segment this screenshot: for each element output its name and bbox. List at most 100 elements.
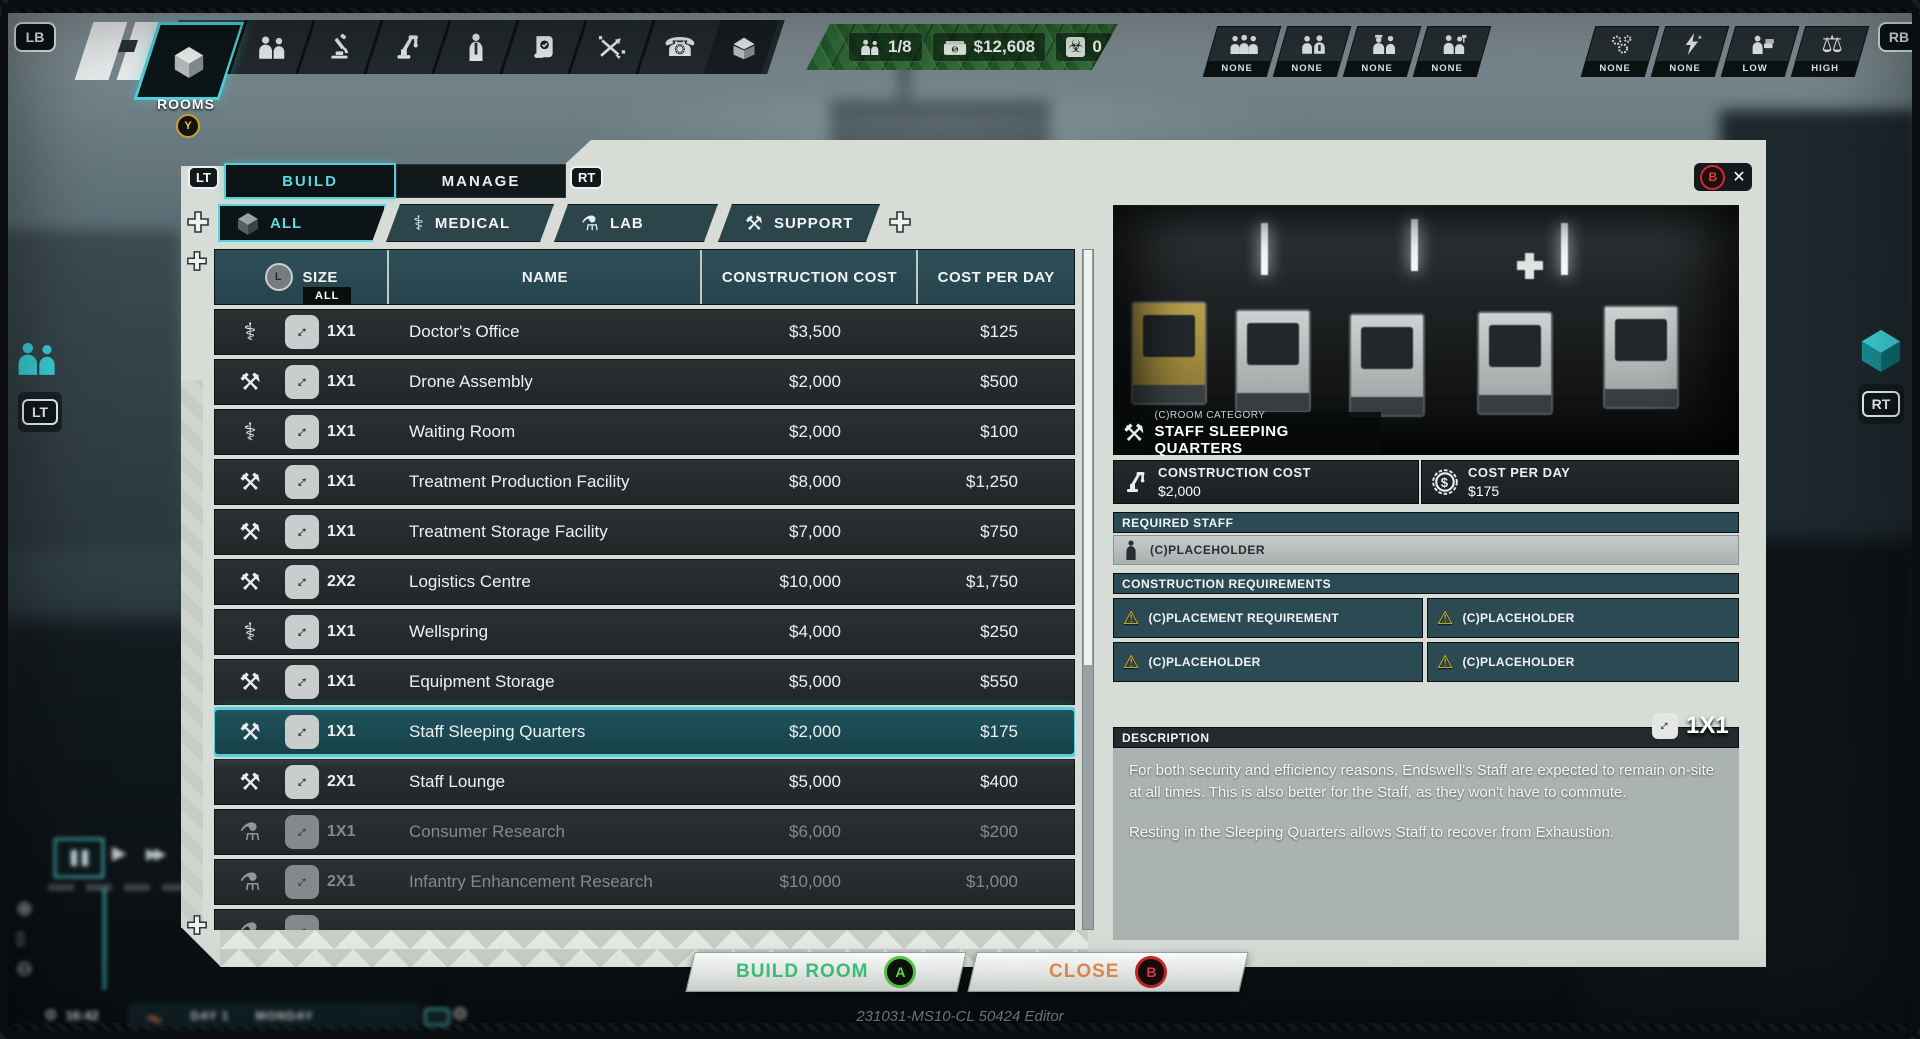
room-category-label: (C)ROOM CATEGORY bbox=[1155, 410, 1381, 421]
a-gamepad-button: A bbox=[884, 956, 916, 988]
table-row[interactable]: ⚗ ↕ bbox=[214, 909, 1075, 930]
room-size-badge: ↕ 1X1 bbox=[1652, 420, 1908, 1031]
category-tab-medical[interactable]: ⚕ MEDICAL bbox=[386, 204, 554, 242]
construction-cost-label: CONSTRUCTION COST bbox=[1158, 465, 1311, 480]
expand-icon: ↕ bbox=[292, 722, 312, 742]
requirement-label: (C)PLACEHOLDER bbox=[1462, 655, 1574, 669]
table-row[interactable]: ⚒ ↕ 2X1 Staff Lounge $5,000 $400 bbox=[214, 759, 1075, 805]
svg-text:$: $ bbox=[1441, 475, 1449, 490]
a-label: A bbox=[895, 964, 905, 980]
row-name: Staff Sleeping Quarters bbox=[383, 722, 697, 742]
expand-icon: ↕ bbox=[292, 422, 312, 442]
l-label: L bbox=[275, 271, 282, 283]
add-category-right-button[interactable] bbox=[888, 210, 912, 234]
zoom-out-icon[interactable]: ⊖ bbox=[16, 956, 33, 981]
rt-tab-button[interactable]: RT bbox=[570, 166, 603, 189]
add-category-left-button[interactable] bbox=[186, 210, 210, 234]
row-size-button[interactable]: ↕ bbox=[285, 515, 319, 549]
row-size-button[interactable]: ↕ bbox=[285, 415, 319, 449]
close-panel-button[interactable]: B ✕ bbox=[1694, 163, 1752, 191]
row-size-button[interactable]: ↕ bbox=[285, 615, 319, 649]
category-tab-lab[interactable]: ⚗ LAB bbox=[554, 204, 718, 242]
row-construction-cost: $2,000 bbox=[697, 422, 913, 442]
row-size-button[interactable]: ↕ bbox=[285, 765, 319, 799]
table-row[interactable]: ⚒ ↕ 2X2 Logistics Centre $10,000 $1,750 bbox=[214, 559, 1075, 605]
table-row[interactable]: ⚕ ↕ 1X1 Doctor's Office $3,500 $125 bbox=[214, 309, 1075, 355]
expand-icon: ↕ bbox=[292, 672, 312, 692]
category-tab-support[interactable]: ⚒ SUPPORT bbox=[718, 204, 880, 242]
manage-tab-label: MANAGE bbox=[442, 173, 521, 190]
scrollbar-thumb[interactable] bbox=[1084, 250, 1092, 665]
fast-forward-button[interactable]: ▶▶ bbox=[146, 844, 163, 864]
selected-room-name: STAFF SLEEPING QUARTERS bbox=[1155, 423, 1381, 457]
build-room-button[interactable]: BUILD ROOM A bbox=[685, 952, 966, 992]
row-size-button[interactable]: ↕ bbox=[285, 315, 319, 349]
lab-flask-icon: ⚗ bbox=[581, 211, 600, 236]
table-row[interactable]: ⚗ ↕ 2X1 Infantry Enhancement Research $1… bbox=[214, 859, 1075, 905]
category-lab-label: LAB bbox=[610, 215, 644, 232]
tab-build[interactable]: BUILD bbox=[224, 163, 396, 199]
list-scroll-down-button[interactable] bbox=[186, 914, 208, 936]
construction-cost-column-header[interactable]: CONSTRUCTION COST bbox=[702, 250, 918, 304]
row-size: 1X1 bbox=[319, 423, 383, 441]
description-paragraph: For both security and efficiency reasons… bbox=[1129, 760, 1723, 804]
cost-per-day-label: COST PER DAY bbox=[1468, 465, 1570, 480]
tab-manage[interactable]: MANAGE bbox=[396, 164, 566, 198]
required-staff-icon bbox=[1122, 540, 1140, 560]
row-category-icon: ⚕ bbox=[215, 318, 285, 347]
cost-per-day-column-header[interactable]: COST PER DAY bbox=[918, 250, 1074, 304]
timeline-cursor[interactable] bbox=[103, 888, 106, 990]
category-all-label: ALL bbox=[270, 215, 302, 232]
row-size-button[interactable]: ↕ bbox=[285, 665, 319, 699]
row-size-button[interactable]: ↕ bbox=[285, 715, 319, 749]
pause-button[interactable] bbox=[54, 838, 104, 878]
row-cost-per-day: $1,000 bbox=[913, 872, 1070, 892]
category-medical-label: MEDICAL bbox=[435, 215, 510, 232]
table-row[interactable]: ⚒ ↕ 1X1 Staff Sleeping Quarters $2,000 $… bbox=[214, 709, 1075, 755]
table-row[interactable]: ⚒ ↕ 1X1 Drone Assembly $2,000 $500 bbox=[214, 359, 1075, 405]
close-button[interactable]: CLOSE B bbox=[967, 952, 1248, 992]
row-construction-cost: $3,500 bbox=[697, 322, 913, 342]
row-name: Infantry Enhancement Research bbox=[383, 872, 697, 892]
row-construction-cost: $8,000 bbox=[697, 472, 913, 492]
row-size: 1X1 bbox=[319, 623, 383, 641]
zoom-in-icon[interactable]: ⊕ bbox=[16, 896, 33, 921]
row-cost-per-day: $125 bbox=[913, 322, 1070, 342]
row-name: Doctor's Office bbox=[383, 322, 697, 342]
table-row[interactable]: ⚕ ↕ 1X1 Wellspring $4,000 $250 bbox=[214, 609, 1075, 655]
lt-tab-label: LT bbox=[196, 170, 211, 185]
row-name: Drone Assembly bbox=[383, 372, 697, 392]
table-row[interactable]: ⚒ ↕ 1X1 Treatment Production Facility $8… bbox=[214, 459, 1075, 505]
construction-requirements-header: CONSTRUCTION REQUIREMENTS bbox=[1113, 573, 1739, 594]
row-size-button[interactable]: ↕ bbox=[285, 815, 319, 849]
table-row[interactable]: ⚒ ↕ 1X1 Equipment Storage $5,000 $550 bbox=[214, 659, 1075, 705]
room-category-overlay: ⚒ (C)ROOM CATEGORY STAFF SLEEPING QUARTE… bbox=[1113, 412, 1381, 455]
row-cost-per-day: $1,250 bbox=[913, 472, 1070, 492]
lt-tab-button[interactable]: LT bbox=[188, 166, 219, 189]
name-column-header[interactable]: NAME bbox=[389, 250, 702, 304]
row-size-button[interactable]: ↕ bbox=[285, 865, 319, 899]
row-size-button[interactable]: ↕ bbox=[285, 915, 319, 930]
row-category-icon: ⚒ bbox=[215, 568, 285, 597]
pause-icon bbox=[71, 850, 77, 866]
table-row[interactable]: ⚕ ↕ 1X1 Waiting Room $2,000 $100 bbox=[214, 409, 1075, 455]
table-scrollbar[interactable] bbox=[1082, 249, 1094, 930]
room-size-value: 1X1 bbox=[1686, 712, 1729, 740]
rt-tab-label: RT bbox=[578, 170, 595, 185]
size-filter-badge[interactable]: ALL bbox=[303, 287, 351, 305]
per-day-header-label: COST PER DAY bbox=[938, 269, 1055, 286]
row-cost-per-day: $400 bbox=[913, 772, 1070, 792]
category-tab-all[interactable]: ALL bbox=[218, 204, 386, 242]
play-button[interactable]: ▶ bbox=[112, 842, 127, 865]
row-size: 1X1 bbox=[319, 473, 383, 491]
required-staff-row[interactable]: (C)PLACEHOLDER bbox=[1113, 535, 1739, 565]
list-scroll-up-button[interactable] bbox=[186, 250, 208, 272]
row-category-icon: ⚒ bbox=[215, 468, 285, 497]
table-row[interactable]: ⚒ ↕ 1X1 Treatment Storage Facility $7,00… bbox=[214, 509, 1075, 555]
table-row[interactable]: ⚗ ↕ 1X1 Consumer Research $6,000 $200 bbox=[214, 809, 1075, 855]
row-size-button[interactable]: ↕ bbox=[285, 465, 319, 499]
link-icon[interactable]: ▯ bbox=[16, 928, 25, 948]
row-size-button[interactable]: ↕ bbox=[285, 565, 319, 599]
construction-header-label: CONSTRUCTION COST bbox=[722, 269, 897, 286]
row-size-button[interactable]: ↕ bbox=[285, 365, 319, 399]
